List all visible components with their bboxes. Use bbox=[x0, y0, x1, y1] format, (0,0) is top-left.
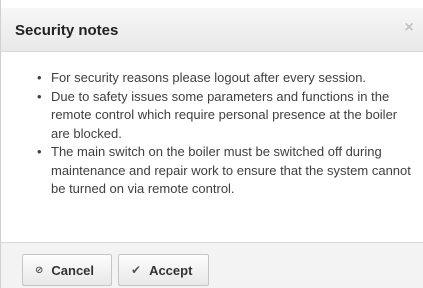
list-item: • For security reasons please logout aft… bbox=[37, 69, 411, 88]
note-text: The main switch on the boiler must be sw… bbox=[51, 144, 411, 196]
cancel-icon: ⊘ bbox=[35, 264, 44, 276]
security-notes-dialog: Security notes × • For security reasons … bbox=[0, 0, 423, 288]
list-item: • The main switch on the boiler must be … bbox=[37, 143, 411, 199]
bullet-icon: • bbox=[37, 88, 42, 104]
checkmark-icon: ✔ bbox=[131, 263, 142, 277]
cancel-button[interactable]: ⊘ Cancel bbox=[22, 254, 112, 286]
accept-button[interactable]: ✔ Accept bbox=[118, 254, 209, 286]
security-notes-list: • For security reasons please logout aft… bbox=[33, 69, 411, 199]
dialog-body: • For security reasons please logout aft… bbox=[1, 52, 423, 242]
bullet-icon: • bbox=[37, 144, 42, 159]
dialog-title: Security notes bbox=[15, 22, 119, 39]
dialog-header: Security notes × bbox=[1, 8, 423, 52]
cancel-button-label: Cancel bbox=[51, 262, 95, 278]
note-text: For security reasons please logout after… bbox=[51, 70, 367, 85]
dialog-footer: ⊘ Cancel ✔ Accept bbox=[1, 242, 423, 288]
note-text: Due to safety issues some parameters and… bbox=[51, 88, 398, 141]
bullet-icon: • bbox=[37, 70, 42, 85]
list-item: • Due to safety issues some parameters a… bbox=[37, 88, 411, 144]
accept-button-label: Accept bbox=[149, 262, 193, 278]
close-icon[interactable]: × bbox=[402, 20, 416, 36]
